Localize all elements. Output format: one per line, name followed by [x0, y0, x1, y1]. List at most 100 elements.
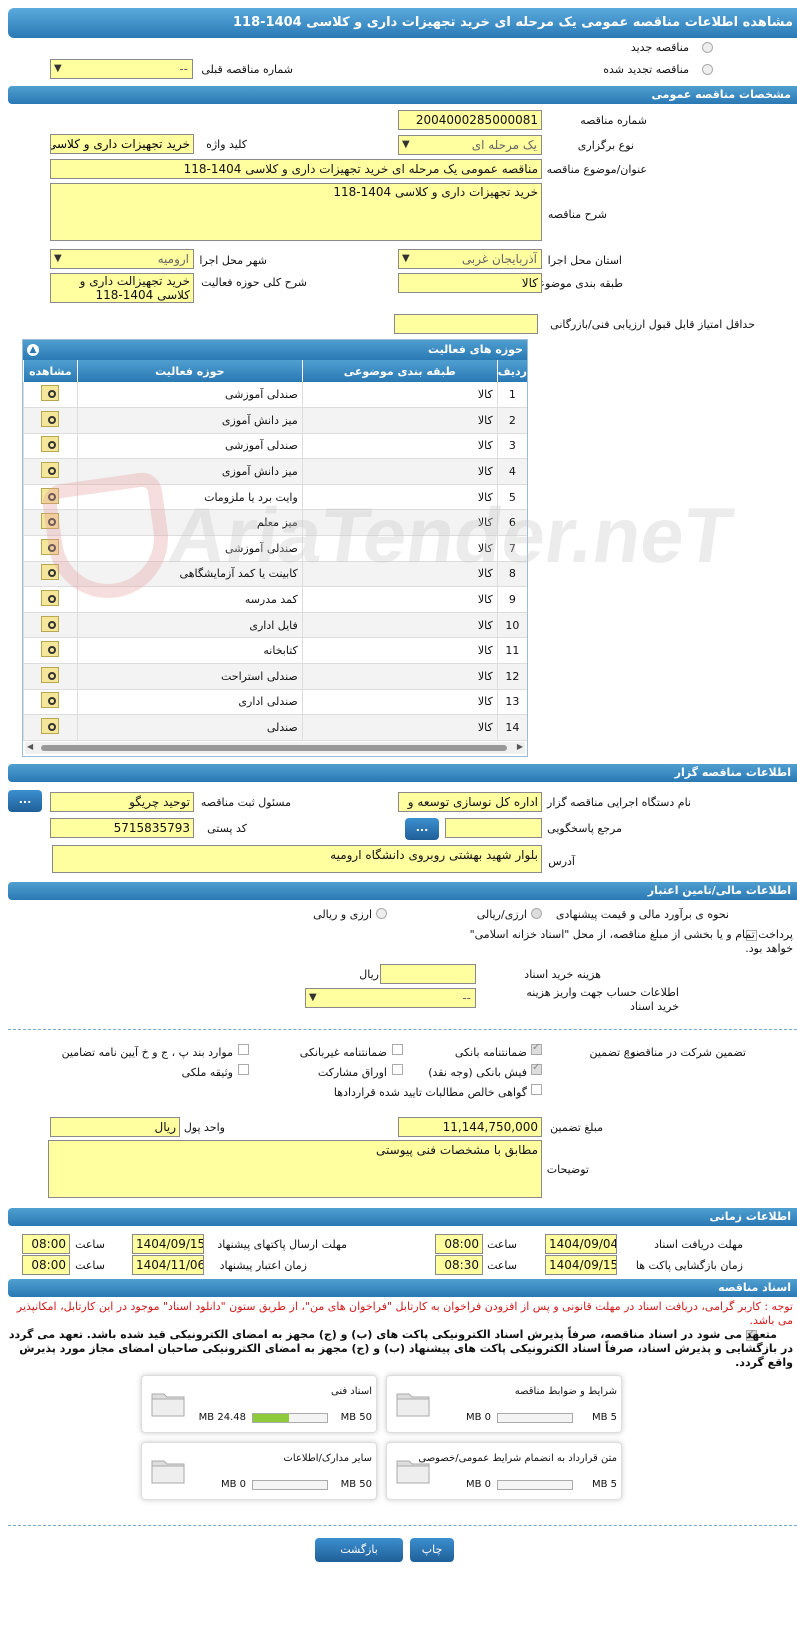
- view-details-icon[interactable]: [41, 462, 60, 479]
- row-number: 14: [496, 714, 527, 741]
- row-number: 4: [496, 458, 527, 485]
- currency-label: واحد پول: [183, 1121, 225, 1134]
- notes-label: توضیحات: [546, 1163, 589, 1176]
- doc-file-box[interactable]: اسناد فنی 50 MB 24.48 MB: [141, 1375, 377, 1433]
- divider: [8, 1029, 797, 1030]
- doc-file-max: 50 MB: [340, 1412, 372, 1423]
- open-time-field: 08:30: [435, 1255, 483, 1275]
- scroll-thumb[interactable]: [41, 745, 507, 751]
- bonds-checkbox[interactable]: [392, 1064, 403, 1075]
- view-details-icon[interactable]: [41, 385, 60, 402]
- cert-checkbox[interactable]: [531, 1084, 542, 1095]
- responsible-label: مسئول ثبت مناقصه: [200, 796, 291, 809]
- province-select[interactable]: آذربایجان غربی ▼: [398, 249, 542, 269]
- bank-guarantee-checkbox[interactable]: [531, 1042, 542, 1055]
- nonbank-guarantee-checkbox[interactable]: [392, 1044, 403, 1055]
- reference-lookup-button[interactable]: ...: [405, 818, 439, 840]
- back-button[interactable]: بازگشت: [315, 1538, 403, 1562]
- row-view[interactable]: [23, 407, 78, 434]
- description-label: شرح مناقصه: [547, 208, 607, 221]
- tender-number-field: 2004000285000081: [398, 110, 542, 130]
- row-field: میز دانش آموزی: [76, 407, 303, 434]
- table-row: 14 کالا صندلی: [23, 714, 527, 741]
- view-details-icon[interactable]: [41, 615, 60, 632]
- view-details-icon[interactable]: [41, 666, 60, 683]
- view-details-icon[interactable]: [41, 590, 60, 607]
- org-label: نام دستگاه اجرایی مناقصه گزار: [547, 796, 691, 809]
- doc-file-name: شرایط و ضوابط مناقصه: [514, 1386, 617, 1397]
- row-view[interactable]: [23, 382, 78, 409]
- row-view[interactable]: [23, 637, 78, 665]
- finance-section-header: اطلاعات مالی/تامین اعتبار: [8, 882, 797, 900]
- estimate-option2-label: ارزی و ریالی: [313, 908, 372, 921]
- row-field: صندلی آموزشی: [76, 433, 303, 460]
- horizontal-scrollbar[interactable]: ◀ ▶: [25, 742, 525, 754]
- view-details-icon[interactable]: [41, 692, 60, 709]
- view-details-icon[interactable]: [41, 641, 60, 658]
- new-tender-radio[interactable]: [702, 42, 713, 53]
- chevron-down-icon: ▼: [54, 253, 62, 264]
- doc-file-max: 5 MB: [591, 1479, 617, 1490]
- row-view[interactable]: [23, 458, 78, 485]
- doc-file-box[interactable]: سایر مدارک/اطلاعات 50 MB 0 MB: [141, 1442, 377, 1500]
- city-select[interactable]: ارومیه ▼: [50, 249, 194, 269]
- cash-checkbox[interactable]: [531, 1062, 542, 1075]
- cert-label: گواهی خالص مطالبات تایید شده قراردادها: [333, 1086, 527, 1099]
- table-row: 1 کالا صندلی آموزشی: [23, 382, 527, 409]
- estimate-label: نحوه ی برآورد مالی و قیمت پیشنهادی: [555, 908, 729, 921]
- renewed-tender-radio[interactable]: [702, 64, 713, 75]
- prev-tender-select[interactable]: -- ▼: [50, 59, 193, 79]
- estimate-option1-label: ارزی/ریالی: [476, 908, 527, 921]
- row-number: 13: [496, 689, 527, 716]
- postal-label: کد پستی: [207, 822, 247, 835]
- collapse-icon[interactable]: ▲: [27, 344, 39, 356]
- doc-file-name: متن قرارداد به انضمام شرایط عمومی/خصوصی: [418, 1453, 617, 1464]
- receive-time-field: 08:00: [435, 1234, 483, 1254]
- view-details-icon[interactable]: [41, 410, 60, 427]
- print-button[interactable]: چاپ: [410, 1538, 454, 1562]
- activities-header: حوزه های فعالیت ▲: [23, 340, 527, 360]
- responsible-lookup-button[interactable]: ...: [8, 790, 42, 812]
- items-guarantee-checkbox[interactable]: [238, 1044, 249, 1055]
- col-view: مشاهده: [23, 360, 78, 382]
- chevron-down-icon: ▼: [402, 139, 410, 150]
- doc-file-used: 0 MB: [465, 1412, 491, 1423]
- row-view[interactable]: [23, 586, 78, 613]
- doc-file-progress: [497, 1480, 573, 1490]
- row-view[interactable]: [23, 663, 78, 690]
- account-select[interactable]: -- ▼: [305, 988, 476, 1008]
- open-time-label: ساعت: [487, 1259, 517, 1272]
- watermark: AriaTender.neT: [163, 491, 739, 579]
- view-details-icon[interactable]: [41, 718, 60, 735]
- folder-icon: [396, 1393, 430, 1417]
- doc-file-name: اسناد فنی: [331, 1386, 372, 1397]
- row-view[interactable]: [23, 433, 78, 460]
- doc-file-used: 24.48 MB: [198, 1412, 246, 1423]
- row-view[interactable]: [23, 612, 78, 639]
- row-view[interactable]: [23, 689, 78, 716]
- org-field: اداره کل نوسازی توسعه و: [398, 792, 542, 812]
- row-view[interactable]: [23, 714, 78, 741]
- view-details-icon[interactable]: [41, 436, 60, 453]
- row-number: 2: [496, 407, 527, 434]
- keyword-field: خرید تجهیزات داری و کلاسی: [50, 134, 194, 154]
- reference-field: [445, 818, 542, 838]
- postal-field: 5715835793: [50, 818, 194, 838]
- doc-file-box[interactable]: شرایط و ضوابط مناقصه 5 MB 0 MB: [386, 1375, 622, 1433]
- estimate-option2-radio[interactable]: [376, 908, 387, 919]
- guarantee-label: تضمین شرکت در مناقصه:: [626, 1046, 746, 1059]
- min-score-field: [394, 314, 538, 334]
- min-score-label: حداقل امتیاز قابل قبول ارزیابی فنی/بازرگ…: [550, 318, 755, 331]
- estimate-option1-radio[interactable]: [531, 908, 542, 919]
- scroll-left-icon[interactable]: ◀: [27, 742, 33, 751]
- doc-file-box[interactable]: متن قرارداد به انضمام شرایط عمومی/خصوصی …: [386, 1442, 622, 1500]
- scroll-right-icon[interactable]: ▶: [517, 742, 523, 751]
- send-time-label: ساعت: [75, 1238, 105, 1251]
- doc-cost-label: هزینه خرید اسناد: [524, 968, 601, 981]
- divider: [8, 1525, 797, 1526]
- table-row: 12 کالا صندلی استراحت: [23, 663, 527, 690]
- type-select[interactable]: یک مرحله ای ▼: [398, 135, 542, 155]
- property-checkbox[interactable]: [238, 1064, 249, 1075]
- row-number: 11: [496, 637, 527, 665]
- reference-label: مرجع پاسخگویی: [547, 822, 622, 835]
